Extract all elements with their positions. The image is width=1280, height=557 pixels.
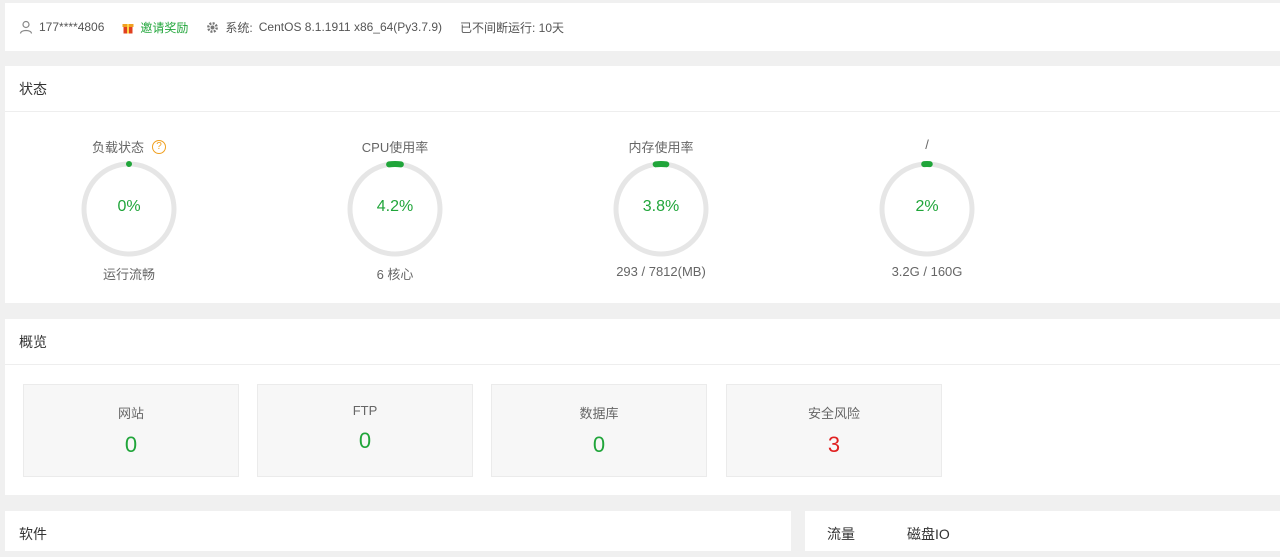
system-label: 系统: bbox=[225, 20, 253, 35]
card-security-risk-label: 安全风险 bbox=[807, 406, 860, 421]
card-security-risk-value: 3 bbox=[827, 432, 841, 457]
overview-title: 概览 bbox=[5, 319, 1280, 365]
tab-traffic[interactable]: 流量 bbox=[827, 524, 855, 544]
software-panel: 软件 bbox=[5, 511, 791, 551]
card-database-value: 0 bbox=[592, 432, 606, 457]
overview-panel: 概览 网站 0 FTP 0 数据库 0 安全风险 3 bbox=[5, 319, 1280, 495]
software-title: 软件 bbox=[19, 526, 47, 542]
gauge-disk-sub: 3.2G / 160G bbox=[891, 264, 963, 279]
gauge-cpu-sub: 6 核心 bbox=[376, 267, 414, 282]
top-info-bar: 177****4806 邀请奖励 系统: CentOS 8.1.1911 x86… bbox=[5, 3, 1280, 51]
user-icon bbox=[19, 20, 33, 34]
card-websites-label: 网站 bbox=[117, 406, 144, 421]
gauge-load-sub: 运行流畅 bbox=[102, 267, 155, 282]
help-icon[interactable]: ? bbox=[152, 139, 166, 154]
gauge-load-title: 负载状态 bbox=[91, 140, 144, 155]
system-info: 系统: CentOS 8.1.1911 x86_64(Py3.7.9) bbox=[206, 19, 442, 36]
user-phone: 177****4806 bbox=[39, 20, 105, 34]
gauge-memory-value: 3.8% bbox=[642, 198, 680, 215]
gift-icon bbox=[122, 23, 134, 33]
user-account[interactable]: 177****4806 bbox=[19, 20, 104, 34]
status-title: 状态 bbox=[5, 66, 1280, 112]
card-websites-value: 0 bbox=[124, 432, 138, 457]
card-ftp-value: 0 bbox=[358, 428, 372, 453]
gauge-memory-sub: 293 / 7812(MB) bbox=[616, 264, 706, 279]
card-database[interactable]: 数据库 0 bbox=[491, 384, 707, 477]
tab-disk-io[interactable]: 磁盘IO bbox=[907, 524, 950, 544]
gauge-disk-value: 2% bbox=[915, 198, 939, 215]
invite-label: 邀请奖励 bbox=[140, 20, 189, 35]
uptime-info: 已不间断运行: 10天 bbox=[460, 19, 564, 36]
invite-reward-link[interactable]: 邀请奖励 bbox=[122, 19, 188, 36]
card-database-label: 数据库 bbox=[579, 406, 619, 421]
gauge-memory-title: 内存使用率 bbox=[628, 140, 694, 155]
system-value: CentOS 8.1.1911 x86_64(Py3.7.9) bbox=[258, 20, 442, 34]
traffic-panel: 流量 磁盘IO bbox=[805, 511, 1280, 551]
traffic-tabs: 流量 磁盘IO bbox=[805, 511, 1280, 557]
card-security-risk[interactable]: 安全风险 3 bbox=[726, 384, 942, 477]
status-panel: 状态 负载状态 ? 0% 运行流畅 CPU使用率 4.2% 6 核心 内存使用率… bbox=[5, 66, 1280, 303]
gauge-load-value: 0% bbox=[117, 198, 141, 215]
card-ftp-label: FTP bbox=[352, 403, 378, 418]
card-ftp[interactable]: FTP 0 bbox=[257, 384, 473, 477]
gauge-cpu-value: 4.2% bbox=[376, 198, 414, 215]
uptime-text: 已不间断运行: 10天 bbox=[460, 20, 565, 35]
gauge-cpu-title: CPU使用率 bbox=[361, 140, 429, 155]
gauge-disk-title: / bbox=[925, 137, 929, 152]
gear-icon bbox=[207, 21, 219, 33]
card-websites[interactable]: 网站 0 bbox=[23, 384, 239, 477]
